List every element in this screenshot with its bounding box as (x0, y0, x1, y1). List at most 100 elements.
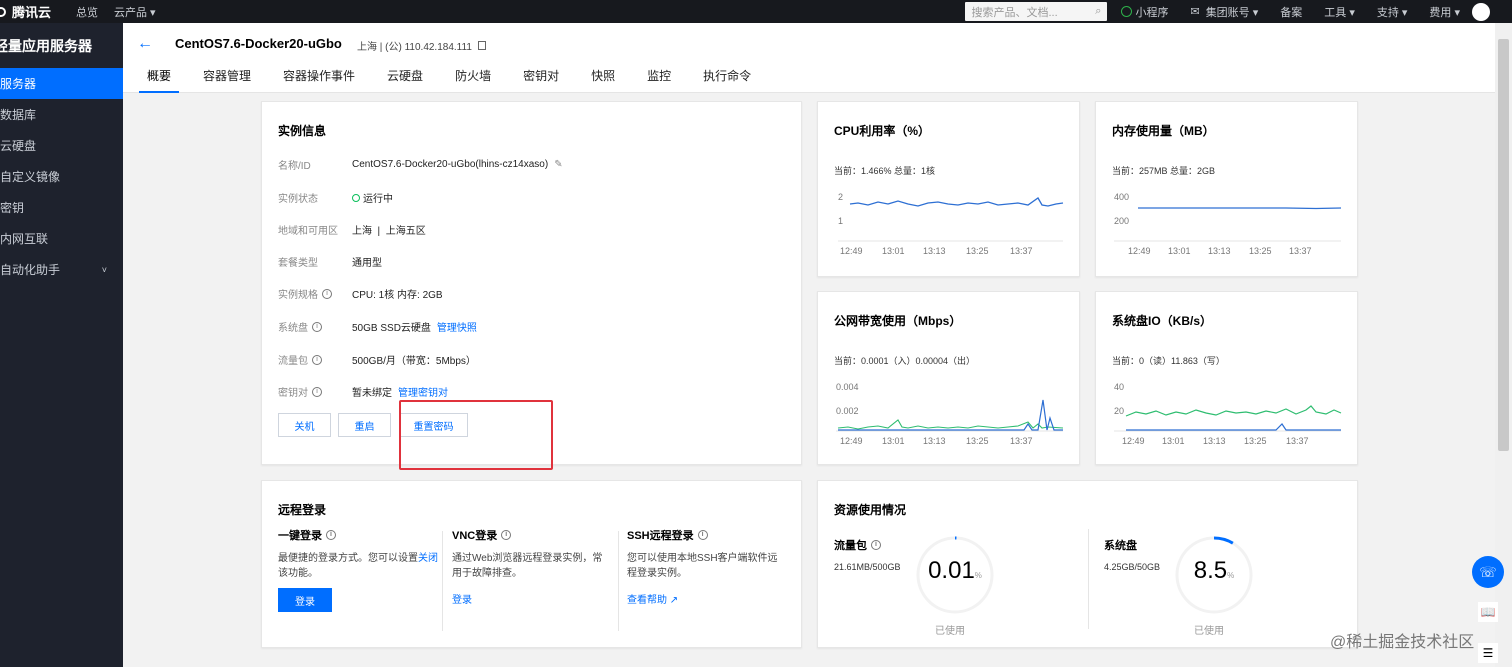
search-input[interactable]: 搜索产品、文档... ⌕ (965, 2, 1108, 21)
svg-text:13:37: 13:37 (1289, 246, 1312, 256)
bandwidth-ytick: 0.002 (836, 406, 859, 416)
page-header: ← CentOS7.6-Docker20-uGbo 上海 | (公) 110.4… (123, 23, 1495, 93)
sidebar-item-automation[interactable]: 自动化助手 ˅ (0, 254, 123, 285)
nav-miniprogram[interactable]: 小程序 (1121, 4, 1168, 20)
info-row-keypair: 密钥对 i 暂未绑定 管理密钥对 (278, 384, 448, 399)
chevron-down-icon: ˅ (101, 264, 107, 275)
login-button[interactable]: 登录 (278, 588, 332, 612)
cpu-line (849, 197, 1064, 207)
running-status-icon (352, 193, 360, 202)
disk-read-line (1126, 423, 1341, 431)
svg-text:13:13: 13:13 (923, 436, 946, 446)
remote-login-card: 远程登录 一键登录 i 最便捷的登录方式。您可以设置关闭该功能。 登录 VNC登录… (261, 480, 802, 648)
tab-cloud-disk[interactable]: 云硬盘 (379, 67, 431, 93)
customer-service-button[interactable]: ☏ (1472, 556, 1504, 588)
svg-text:13:13: 13:13 (923, 246, 946, 256)
vnc-login-link[interactable]: 登录 (452, 591, 612, 606)
mail-icon: ✉ (1190, 6, 1200, 18)
help-icon[interactable]: i (312, 354, 322, 365)
svg-text:12:49: 12:49 (1128, 246, 1151, 256)
back-arrow-icon[interactable]: ← (137, 35, 153, 53)
top-bar: 腾讯云 总览 云产品 ▾ 搜索产品、文档... ⌕ 小程序 ✉ 集团账号 ▾ 备案… (0, 0, 1512, 23)
cpu-ytick: 1 (838, 216, 843, 226)
disk-write-line (1125, 405, 1342, 417)
logo-text: 腾讯云 (12, 5, 52, 20)
edit-pencil-icon[interactable]: ✎ (554, 159, 562, 170)
sidebar-item-intranet[interactable]: 内网互联 (0, 223, 123, 254)
cpu-current: 当前：1.466% 总量：1核 (834, 166, 936, 176)
menu-icon[interactable]: ☰ (1478, 643, 1498, 663)
bandwidth-card-title: 公网带宽使用（Mbps） (834, 314, 962, 328)
traffic-value: 21.61MB/500GB (834, 562, 901, 572)
cpu-ytick: 2 (838, 192, 843, 202)
memory-line (1138, 207, 1342, 210)
copy-icon[interactable] (477, 41, 486, 50)
cloud-logo-icon (0, 6, 6, 17)
memory-chart: 400 200 12:49 13:01 13:13 13:25 13:37 (1114, 192, 1342, 256)
nav-overview[interactable]: 总览 (76, 4, 98, 20)
system-disk-used-label: 已使用 (1194, 626, 1224, 637)
svg-text:13:25: 13:25 (1244, 436, 1267, 446)
disk-io-card-title: 系统盘IO（KB/s） (1112, 314, 1213, 328)
tab-firewall[interactable]: 防火墙 (447, 67, 499, 93)
help-icon[interactable]: i (871, 540, 881, 550)
help-icon[interactable]: i (322, 288, 332, 299)
resource-usage-title: 资源使用情况 (834, 503, 907, 517)
tab-monitoring[interactable]: 监控 (639, 67, 679, 93)
tab-container-events[interactable]: 容器操作事件 (275, 67, 363, 93)
sidebar-item-databases[interactable]: 数据库 (0, 99, 123, 130)
resource-usage-card: 资源使用情况 流量包 i 21.61MB/500GB 0.01% 已使用 系统盘 … (817, 480, 1358, 648)
info-row-region: 地域和可用区 上海 | 上海五区 (278, 226, 426, 237)
external-link-icon: ↗ (669, 595, 679, 606)
highlight-box (399, 400, 553, 470)
nav-icp[interactable]: 备案 (1280, 4, 1302, 20)
help-icon[interactable]: i (326, 530, 336, 540)
disable-link[interactable]: 关闭 (418, 553, 438, 564)
help-icon[interactable]: i (501, 530, 512, 540)
svg-text:13:01: 13:01 (882, 436, 905, 446)
sidebar-item-keys[interactable]: 密钥 (0, 192, 123, 223)
disk-io-current: 当前：0（读）11.863（写） (1112, 356, 1225, 366)
sidebar-item-servers[interactable]: 服务器 (0, 68, 123, 99)
divider (618, 531, 619, 631)
tab-run-command[interactable]: 执行命令 (695, 67, 759, 93)
nav-tools[interactable]: 工具 ▾ (1324, 4, 1355, 20)
help-icon[interactable]: i (312, 386, 322, 397)
cpu-card-title: CPU利用率（%） (834, 124, 931, 138)
sidebar-item-cloud-disks[interactable]: 云硬盘 (0, 130, 123, 161)
sidebar-item-custom-images[interactable]: 自定义镜像 (0, 161, 123, 192)
memory-xticks: 12:49 13:01 13:13 13:25 13:37 (1128, 246, 1312, 256)
avatar[interactable] (1472, 2, 1490, 21)
vnc-login-section: VNC登录 i 通过Web浏览器远程登录实例，常用于故障排查。 登录 (452, 527, 612, 606)
manage-snapshots-link[interactable]: 管理快照 (437, 319, 477, 334)
remote-login-title: 远程登录 (278, 503, 327, 517)
nav-billing[interactable]: 费用 ▾ (1429, 4, 1460, 20)
manage-keypair-link[interactable]: 管理密钥对 (398, 384, 448, 399)
nav-group-account[interactable]: ✉ 集团账号 ▾ (1190, 4, 1258, 20)
disk-io-ytick: 40 (1114, 382, 1124, 392)
ssh-help-link[interactable]: 查看帮助 ↗ (627, 591, 787, 606)
shutdown-button[interactable]: 关机 (278, 413, 331, 437)
help-icon[interactable]: i (312, 321, 322, 332)
disk-io-xticks: 12:49 13:01 13:13 13:25 13:37 (1122, 436, 1309, 446)
miniprogram-icon (1121, 6, 1133, 17)
tab-keypair[interactable]: 密钥对 (515, 67, 567, 93)
tab-snapshot[interactable]: 快照 (583, 67, 623, 93)
sidebar-title: 轻量应用服务器 (0, 37, 92, 54)
info-row-name: 名称/ID CentOS7.6-Docker20-uGbo(lhins-cz14… (278, 159, 563, 172)
tab-overview[interactable]: 概要 (139, 67, 180, 93)
headset-icon: ☏ (1479, 563, 1497, 580)
instance-info-title: 实例信息 (278, 124, 327, 138)
system-disk-label: 系统盘 (1104, 540, 1137, 552)
tab-container-management[interactable]: 容器管理 (195, 67, 259, 93)
help-icon[interactable]: i (697, 530, 708, 540)
docs-icon[interactable]: 📖 (1478, 602, 1498, 622)
traffic-label: 流量包 i (834, 537, 881, 553)
tencent-cloud-logo[interactable]: 腾讯云 (0, 2, 60, 21)
search-icon[interactable]: ⌕ (1095, 5, 1101, 18)
svg-text:13:01: 13:01 (1162, 436, 1185, 446)
nav-support[interactable]: 支持 ▾ (1377, 4, 1408, 20)
restart-button[interactable]: 重启 (338, 413, 391, 437)
nav-products[interactable]: 云产品 ▾ (114, 4, 156, 20)
scrollbar-thumb[interactable] (1498, 39, 1509, 451)
